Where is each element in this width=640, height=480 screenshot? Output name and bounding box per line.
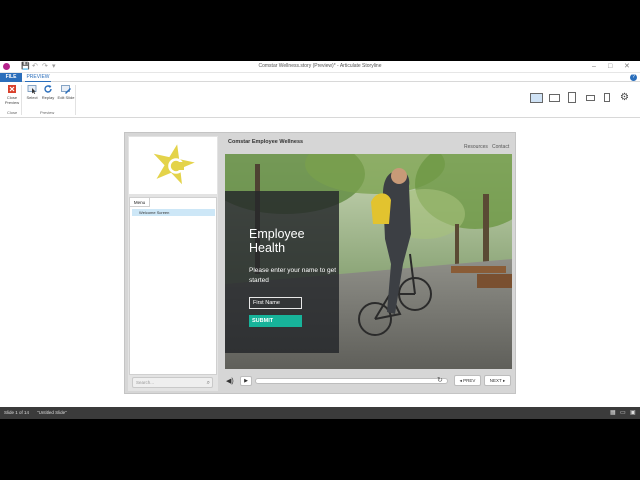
course-title: Comstar Employee Wellness [228, 139, 304, 145]
desktop-view-icon[interactable] [530, 93, 543, 103]
slide-name: "Untitled Slide" [37, 410, 67, 415]
menu-item-welcome-screen[interactable]: Welcome Screen [132, 209, 215, 216]
maximize-button[interactable]: □ [608, 62, 612, 71]
title-bar: 💾 ↶ ↷ ▾ Comstar Wellness.story (Preview)… [0, 61, 640, 73]
close-window-button[interactable]: ✕ [624, 62, 630, 71]
normal-view-icon[interactable]: ▭ [620, 409, 626, 417]
edit-slide-button[interactable]: Edit Slide [57, 84, 75, 100]
slide-counter: Slide 1 of 14 [4, 410, 30, 415]
replay-label: Replay [41, 95, 55, 100]
status-bar: Slide 1 of 14 "Untitled Slide" ▦ ▭ ▣ [0, 407, 640, 419]
slide-prompt: Please enter your name to get started [249, 267, 337, 284]
group-separator [21, 85, 22, 115]
edit-slide-icon [61, 84, 71, 94]
course-logo [129, 137, 217, 194]
tablet-landscape-view-icon[interactable] [549, 94, 560, 102]
letterbox-bottom [0, 419, 640, 480]
minimize-button[interactable]: – [592, 62, 596, 71]
fit-view-icon[interactable]: ▣ [630, 409, 636, 417]
search-icon[interactable]: ⌕ [207, 379, 210, 387]
player-sidebar: Menu Welcome Screen Search... ⌕ [128, 136, 218, 391]
ribbon: Close Preview Select Replay Edit Slide C… [0, 82, 640, 118]
submit-button[interactable]: SUBMIT [249, 315, 302, 327]
menu-panel: Menu Welcome Screen [129, 197, 217, 375]
seekbar[interactable] [255, 378, 448, 384]
close-preview-icon [7, 84, 17, 94]
help-icon[interactable]: ? [630, 74, 637, 81]
close-preview-label: Close Preview [4, 95, 20, 105]
replay-slide-icon[interactable]: ↻ [437, 376, 443, 385]
storyline-window: 💾 ↶ ↷ ▾ Comstar Wellness.story (Preview)… [0, 61, 640, 436]
group-label-close: Close [7, 110, 18, 115]
volume-icon[interactable]: ◀) [226, 377, 234, 386]
group-label-preview: Preview [40, 110, 55, 115]
slide-canvas: Employee Health Please enter your name t… [225, 154, 512, 369]
player-controls: ◀) ▶ ↻ ◂ PREV NEXT ▸ [225, 375, 512, 388]
preview-stage: Menu Welcome Screen Search... ⌕ Comstar … [0, 118, 640, 436]
play-button[interactable]: ▶ [240, 376, 252, 386]
tab-menu[interactable]: Menu [130, 198, 150, 207]
tab-preview[interactable]: PREVIEW [25, 73, 51, 82]
window-title: Comstar Wellness.story (Preview)* - Arti… [258, 63, 382, 69]
tablet-portrait-view-icon[interactable] [568, 92, 576, 103]
gear-icon[interactable]: ⚙ [620, 93, 629, 103]
contact-link[interactable]: Contact [492, 144, 509, 150]
search-placeholder: Search... [136, 380, 155, 385]
resources-link[interactable]: Resources [464, 144, 488, 150]
next-button[interactable]: NEXT ▸ [484, 375, 511, 386]
slide-heading: Employee Health [249, 227, 305, 255]
grid-view-icon[interactable]: ▦ [610, 409, 616, 417]
select-slide-icon [27, 84, 37, 94]
course-player: Menu Welcome Screen Search... ⌕ Comstar … [124, 132, 516, 394]
search-input[interactable]: Search... ⌕ [132, 377, 213, 388]
star-logo-icon [153, 144, 195, 185]
prev-button[interactable]: ◂ PREV [454, 375, 481, 386]
tab-file[interactable]: FILE [0, 73, 22, 82]
phone-portrait-view-icon[interactable] [604, 93, 610, 102]
replay-button[interactable]: Replay [39, 84, 57, 100]
group-separator [75, 85, 76, 115]
replay-icon [43, 84, 53, 94]
close-preview-button[interactable]: Close Preview [3, 84, 21, 105]
ribbon-tabs: FILE PREVIEW ? [0, 73, 640, 82]
phone-landscape-view-icon[interactable] [586, 95, 595, 101]
letterbox-top [0, 0, 640, 61]
first-name-field[interactable] [249, 297, 302, 309]
edit-slide-label: Edit Slide [57, 95, 75, 100]
